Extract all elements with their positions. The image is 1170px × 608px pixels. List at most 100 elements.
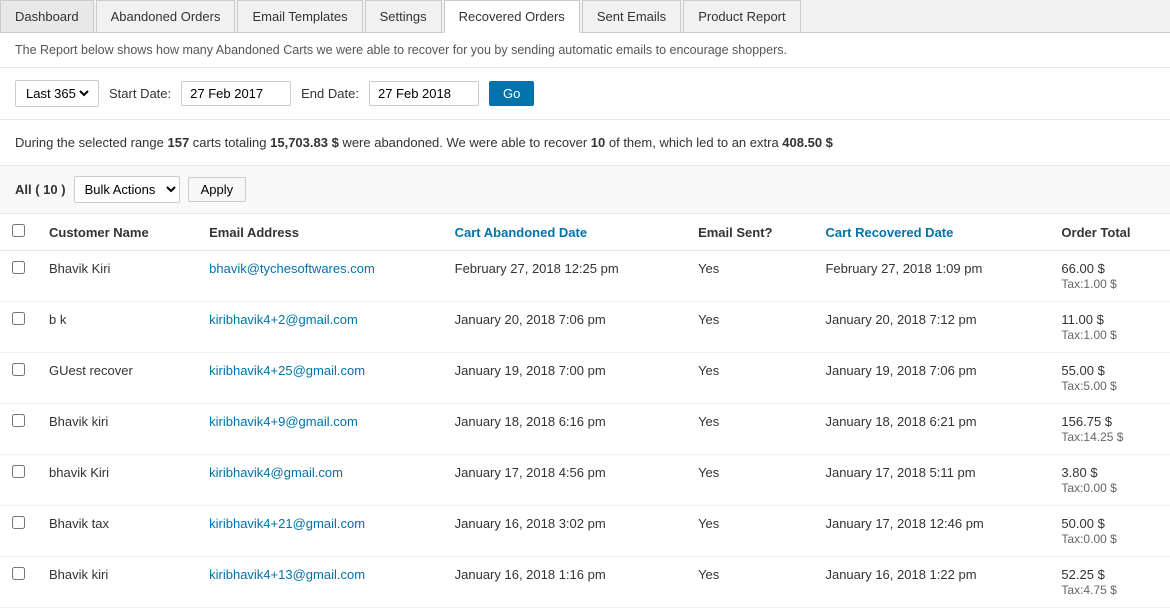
cart-recovered-date: January 20, 2018 7:12 pm — [813, 302, 1049, 353]
apply-button[interactable]: Apply — [188, 177, 247, 202]
email-address[interactable]: kiribhavik4@gmail.com — [197, 455, 443, 506]
table-row: Bhavik kiri kiribhavik4+13@gmail.com Janua… — [0, 557, 1170, 608]
customer-name: Bhavik kiri — [37, 404, 197, 455]
tab-abandoned-orders[interactable]: Abandoned Orders — [96, 0, 236, 32]
tax-line: Tax:0.00 $ — [1061, 532, 1116, 546]
table-row: bhavik Kiri kiribhavik4@gmail.com January … — [0, 455, 1170, 506]
period-select-wrap[interactable]: Last 365Last 30Last 7Custom — [15, 80, 99, 107]
customer-name: b k — [37, 302, 197, 353]
row-checkbox[interactable] — [12, 567, 25, 580]
row-checkbox[interactable] — [12, 261, 25, 274]
cart-recovered-date: January 17, 2018 12:46 pm — [813, 506, 1049, 557]
tab-product-report[interactable]: Product Report — [683, 0, 800, 32]
cart-abandoned-date: January 17, 2018 4:56 pm — [443, 455, 686, 506]
email-sent: Yes — [686, 506, 813, 557]
email-address[interactable]: kiribhavik4+13@gmail.com — [197, 557, 443, 608]
email-address[interactable]: bhavik@tychesoftwares.com — [197, 251, 443, 302]
email-address[interactable]: kiribhavik4+2@gmail.com — [197, 302, 443, 353]
stats-bar: During the selected range 157 carts tota… — [0, 120, 1170, 166]
order-total: 11.00 $Tax:1.00 $ — [1049, 302, 1170, 353]
tab-recovered-orders[interactable]: Recovered Orders — [444, 0, 580, 33]
period-select[interactable]: Last 365Last 30Last 7Custom — [22, 85, 92, 102]
tax-line: Tax:14.25 $ — [1061, 430, 1123, 444]
tabs-bar: DashboardAbandoned OrdersEmail Templates… — [0, 0, 1170, 33]
start-date-input[interactable] — [181, 81, 291, 106]
col-header-email-sent: Email Sent? — [686, 214, 813, 251]
col-header-cart-recovered-date: Cart Recovered Date — [813, 214, 1049, 251]
table-row: Bhavik kiri kiribhavik4+9@gmail.com Januar… — [0, 404, 1170, 455]
all-label: All ( 10 ) — [15, 182, 66, 197]
description-bar: The Report below shows how many Abandone… — [0, 33, 1170, 68]
email-sent: Yes — [686, 353, 813, 404]
email-sent: Yes — [686, 302, 813, 353]
cart-recovered-date: January 18, 2018 6:21 pm — [813, 404, 1049, 455]
table-row: Bhavik tax kiribhavik4+21@gmail.com Januar… — [0, 506, 1170, 557]
cart-abandoned-date: January 16, 2018 1:16 pm — [443, 557, 686, 608]
order-total: 3.80 $Tax:0.00 $ — [1049, 455, 1170, 506]
email-link[interactable]: kiribhavik4+2@gmail.com — [209, 312, 358, 327]
row-checkbox[interactable] — [12, 516, 25, 529]
order-total: 52.25 $Tax:4.75 $ — [1049, 557, 1170, 608]
col-header-order-total: Order Total — [1049, 214, 1170, 251]
email-link[interactable]: kiribhavik4+25@gmail.com — [209, 363, 365, 378]
email-sent: Yes — [686, 557, 813, 608]
tab-settings[interactable]: Settings — [365, 0, 442, 32]
customer-name: Bhavik Kiri — [37, 251, 197, 302]
row-checkbox[interactable] — [12, 414, 25, 427]
cart-recovered-date: January 17, 2018 5:11 pm — [813, 455, 1049, 506]
col-header-email-address: Email Address — [197, 214, 443, 251]
end-date-label: End Date: — [301, 86, 359, 101]
email-address[interactable]: kiribhavik4+25@gmail.com — [197, 353, 443, 404]
table-row: GUest recover kiribhavik4+25@gmail.com Jan… — [0, 353, 1170, 404]
email-link[interactable]: bhavik@tychesoftwares.com — [209, 261, 375, 276]
email-link[interactable]: kiribhavik4+13@gmail.com — [209, 567, 365, 582]
email-sent: Yes — [686, 251, 813, 302]
tax-line: Tax:4.75 $ — [1061, 583, 1116, 597]
tax-line: Tax:0.00 $ — [1061, 481, 1116, 495]
table-row: Bhavik Kiri bhavik@tychesoftwares.com Febr… — [0, 251, 1170, 302]
tab-sent-emails[interactable]: Sent Emails — [582, 0, 681, 32]
col-header-cart-abandoned-date: Cart Abandoned Date — [443, 214, 686, 251]
tab-email-templates[interactable]: Email Templates — [237, 0, 362, 32]
email-sent: Yes — [686, 404, 813, 455]
order-total: 55.00 $Tax:5.00 $ — [1049, 353, 1170, 404]
cart-recovered-date: February 27, 2018 1:09 pm — [813, 251, 1049, 302]
email-link[interactable]: kiribhavik4@gmail.com — [209, 465, 343, 480]
order-total: 156.75 $Tax:14.25 $ — [1049, 404, 1170, 455]
tax-line: Tax:1.00 $ — [1061, 277, 1116, 291]
order-total: 50.00 $Tax:0.00 $ — [1049, 506, 1170, 557]
cart-abandoned-date: January 20, 2018 7:06 pm — [443, 302, 686, 353]
cart-recovered-date: January 19, 2018 7:06 pm — [813, 353, 1049, 404]
email-sent: Yes — [686, 455, 813, 506]
table-header-bar: All ( 10 ) Bulk Actions Apply — [0, 166, 1170, 214]
email-link[interactable]: kiribhavik4+9@gmail.com — [209, 414, 358, 429]
col-header-customer-name: Customer Name — [37, 214, 197, 251]
start-date-label: Start Date: — [109, 86, 171, 101]
tab-dashboard[interactable]: Dashboard — [0, 0, 94, 32]
row-checkbox[interactable] — [12, 312, 25, 325]
orders-table: Customer NameEmail AddressCart Abandoned… — [0, 214, 1170, 608]
select-all-checkbox[interactable] — [12, 224, 25, 237]
cart-abandoned-date: February 27, 2018 12:25 pm — [443, 251, 686, 302]
customer-name: bhavik Kiri — [37, 455, 197, 506]
cart-abandoned-date: January 19, 2018 7:00 pm — [443, 353, 686, 404]
table-row: b k kiribhavik4+2@gmail.com January 20, 20… — [0, 302, 1170, 353]
customer-name: Bhavik tax — [37, 506, 197, 557]
email-address[interactable]: kiribhavik4+21@gmail.com — [197, 506, 443, 557]
end-date-input[interactable] — [369, 81, 479, 106]
go-button[interactable]: Go — [489, 81, 534, 106]
tax-line: Tax:1.00 $ — [1061, 328, 1116, 342]
cart-abandoned-date: January 16, 2018 3:02 pm — [443, 506, 686, 557]
order-total: 66.00 $Tax:1.00 $ — [1049, 251, 1170, 302]
filter-bar: Last 365Last 30Last 7Custom Start Date: … — [0, 68, 1170, 120]
row-checkbox[interactable] — [12, 465, 25, 478]
customer-name: GUest recover — [37, 353, 197, 404]
cart-recovered-date: January 16, 2018 1:22 pm — [813, 557, 1049, 608]
bulk-actions-select[interactable]: Bulk Actions — [74, 176, 180, 203]
tax-line: Tax:5.00 $ — [1061, 379, 1116, 393]
row-checkbox[interactable] — [12, 363, 25, 376]
email-address[interactable]: kiribhavik4+9@gmail.com — [197, 404, 443, 455]
description-text: The Report below shows how many Abandone… — [15, 43, 787, 57]
customer-name: Bhavik kiri — [37, 557, 197, 608]
email-link[interactable]: kiribhavik4+21@gmail.com — [209, 516, 365, 531]
